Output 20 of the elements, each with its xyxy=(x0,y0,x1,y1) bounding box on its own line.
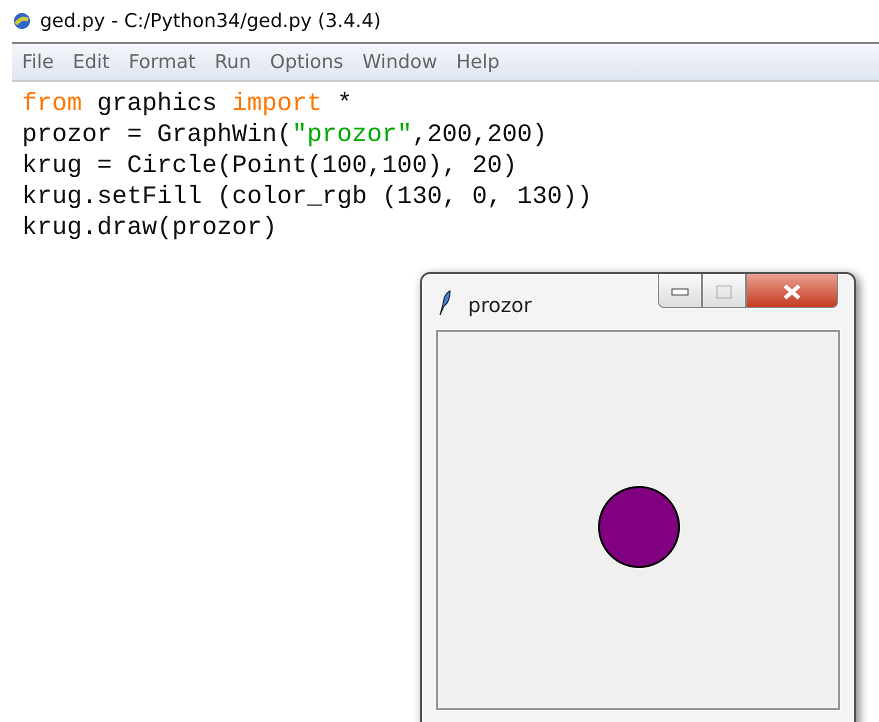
close-button[interactable] xyxy=(746,274,838,308)
menu-item[interactable]: Edit xyxy=(72,48,110,76)
menu-item[interactable]: Help xyxy=(456,48,500,76)
window-title: ged.py - C:/Python34/ged.py (3.4.4) xyxy=(40,8,381,34)
code-line: krug.draw(prozor) xyxy=(22,212,278,243)
close-icon xyxy=(782,284,802,300)
minimize-button[interactable] xyxy=(658,274,702,308)
code-line: krug.setFill (color_rgb (130, 0, 130)) xyxy=(22,181,594,212)
code-line: from graphics import * xyxy=(22,88,354,119)
menu-item[interactable]: Options xyxy=(270,48,344,76)
code-line: krug = Circle(Point(100,100), 20) xyxy=(22,150,518,181)
minimize-icon xyxy=(671,288,689,296)
menu-item[interactable]: Run xyxy=(214,48,251,76)
menu-item[interactable]: Format xyxy=(128,48,196,76)
maximize-icon xyxy=(716,285,732,300)
menu-item[interactable]: Window xyxy=(362,48,438,76)
code-line: prozor = GraphWin("prozor",200,200) xyxy=(22,119,548,150)
window-title: prozor xyxy=(468,292,532,319)
feather-icon xyxy=(438,290,452,316)
menu-item[interactable]: File xyxy=(22,48,54,76)
